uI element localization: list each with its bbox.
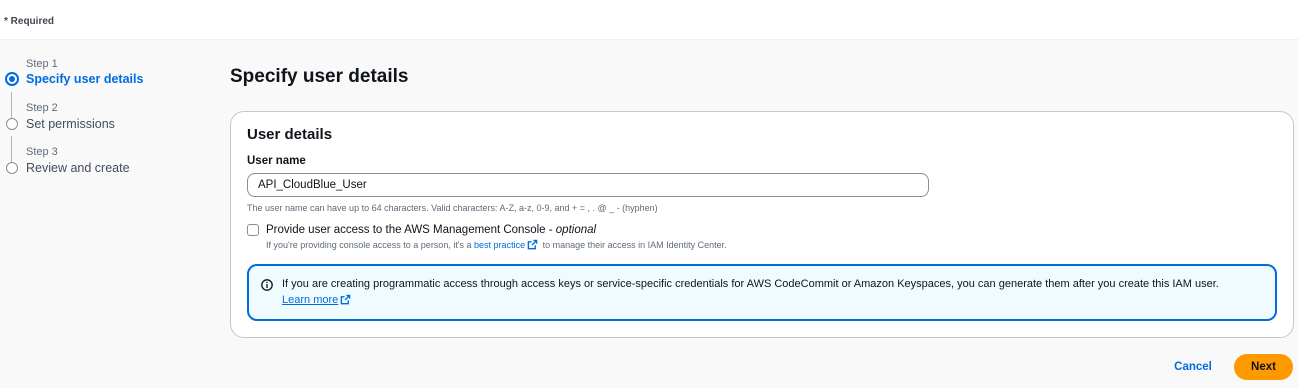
step-1-title[interactable]: Specify user details <box>26 72 143 86</box>
username-input[interactable] <box>247 173 929 197</box>
learn-more-link[interactable]: Learn more <box>282 294 353 306</box>
cancel-button[interactable]: Cancel <box>1166 356 1220 378</box>
username-constraint-hint: The user name can have up to 64 characte… <box>247 203 658 213</box>
username-label: User name <box>247 155 306 167</box>
info-alert-text: If you are creating programmatic access … <box>282 278 1219 290</box>
panel-title: User details <box>247 126 333 143</box>
optional-tag: optional <box>555 224 597 236</box>
step-2-label: Step 2 <box>26 102 58 114</box>
learn-more-text: Learn more <box>282 294 339 306</box>
info-icon <box>261 279 273 291</box>
best-practice-link[interactable]: best practice <box>474 240 525 250</box>
page-title: Specify user details <box>230 66 409 87</box>
required-note: * Required <box>4 16 55 27</box>
step-3-indicator-icon <box>6 162 18 174</box>
step-2-indicator-icon <box>6 118 18 130</box>
console-access-description: If you're providing console access to a … <box>266 239 727 250</box>
console-access-desc-before: If you're providing console access to a … <box>266 240 475 250</box>
create-user-page: * Required Step 1 Specify user details S… <box>0 0 1298 388</box>
step-1-indicator-icon <box>5 72 19 86</box>
user-details-panel: User details User name The user name can… <box>230 111 1294 338</box>
console-access-checkbox[interactable] <box>247 224 259 236</box>
external-link-icon <box>340 294 351 305</box>
wizard-steps: Step 1 Specify user details Step 2 Set p… <box>0 40 210 240</box>
console-access-desc-after: to manage their access in IAM Identity C… <box>540 240 727 250</box>
console-access-label[interactable]: Provide user access to the AWS Managemen… <box>266 224 596 236</box>
step-2-title[interactable]: Set permissions <box>26 117 115 131</box>
step-3-title[interactable]: Review and create <box>26 161 130 175</box>
programmatic-access-info-alert: If you are creating programmatic access … <box>247 264 1277 321</box>
required-banner: * Required <box>0 0 1298 40</box>
step-1-label: Step 1 <box>26 58 58 70</box>
console-access-label-text: Provide user access to the AWS Managemen… <box>266 224 556 236</box>
step-3-label: Step 3 <box>26 146 58 158</box>
next-button[interactable]: Next <box>1234 354 1293 380</box>
external-link-icon[interactable] <box>527 239 538 250</box>
